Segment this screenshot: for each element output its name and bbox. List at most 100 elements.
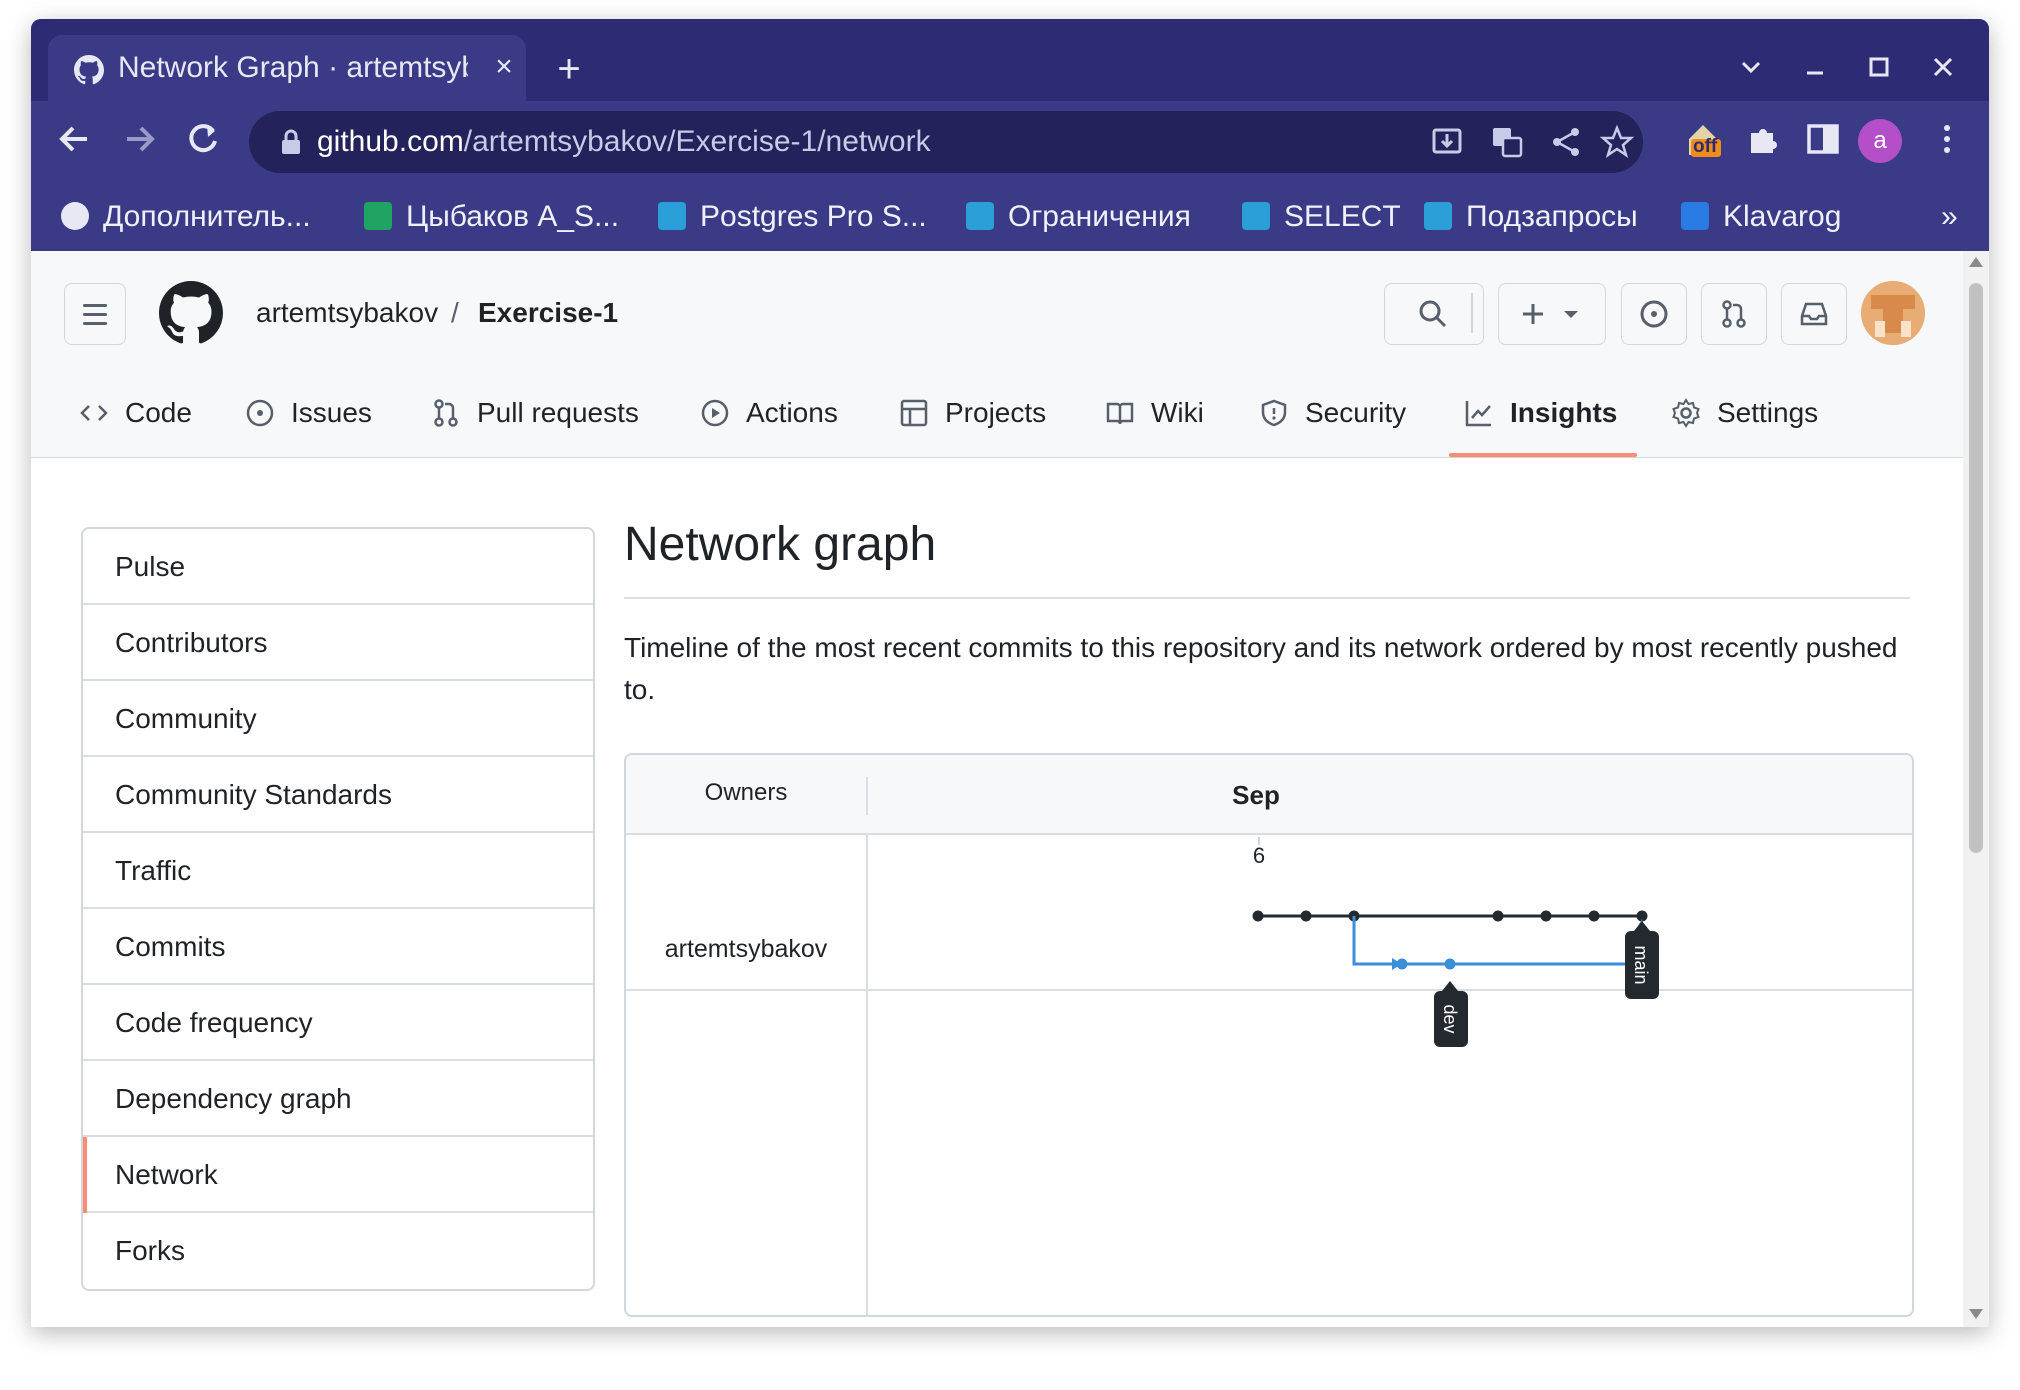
sidebar-item-pulse[interactable]: Pulse — [83, 529, 593, 605]
bookmark-item[interactable]: Цыбаков А_S... — [364, 197, 619, 237]
extensions-puzzle-icon[interactable] — [1741, 117, 1785, 161]
close-tab-icon[interactable]: × — [488, 51, 520, 83]
issue-opened-icon — [1640, 300, 1668, 328]
breadcrumb-repo[interactable]: Exercise-1 — [478, 291, 618, 335]
tab-strip: Network Graph · artemtsybakov/Exercise-1… — [31, 19, 1989, 101]
extension-off-icon[interactable]: off — [1681, 117, 1725, 161]
dev-branch-name: dev — [1440, 1004, 1460, 1033]
branch-label-pointer — [1634, 921, 1650, 931]
tab-projects[interactable]: Projects — [899, 391, 1046, 435]
commit-dot[interactable] — [1492, 910, 1504, 922]
network-graph-canvas[interactable]: 6 dev main — [626, 755, 1912, 1315]
commit-dot[interactable] — [1540, 910, 1552, 922]
sidebar-item-network[interactable]: Network — [83, 1137, 593, 1213]
search-button[interactable] — [1384, 283, 1484, 345]
inbox-icon — [1800, 302, 1828, 326]
search-icon — [1419, 300, 1447, 328]
browser-menu-icon[interactable] — [1925, 117, 1969, 161]
back-arrow-icon[interactable] — [47, 111, 103, 167]
url-host: github.com — [317, 125, 464, 158]
commit-dot[interactable] — [1252, 910, 1264, 922]
commit-dot[interactable] — [1588, 910, 1600, 922]
bookmark-site-icon — [1681, 202, 1709, 230]
page-description: Timeline of the most recent commits to t… — [624, 632, 1898, 705]
browser-tab-active[interactable]: Network Graph · artemtsybakov/Exercise-1… — [48, 35, 526, 101]
commit-dot[interactable] — [1300, 910, 1312, 922]
title-divider — [624, 597, 1910, 599]
github-logo-icon[interactable] — [159, 281, 223, 345]
browser-chrome: Network Graph · artemtsybakov/Exercise-1… — [31, 19, 1989, 251]
bookmark-item[interactable]: Ограничения — [966, 197, 1191, 237]
tab-search-chevron-icon[interactable] — [1731, 47, 1771, 87]
bookmark-item[interactable]: SELECT — [1242, 197, 1401, 237]
inbox-header-button[interactable] — [1781, 283, 1847, 345]
tab-security[interactable]: Security — [1259, 391, 1406, 435]
issue-opened-icon — [246, 399, 274, 427]
tab-wiki[interactable]: Wiki — [1105, 391, 1204, 435]
gear-icon — [1672, 398, 1700, 428]
bookmark-site-icon — [658, 202, 686, 230]
graph-icon — [1465, 401, 1491, 427]
bookmark-item[interactable]: Подзапросы — [1424, 197, 1638, 237]
maximize-icon[interactable] — [1859, 47, 1899, 87]
bookmarks-overflow-button[interactable]: » — [1941, 197, 1958, 237]
commit-dot[interactable] — [1396, 958, 1408, 970]
insights-sidebar: Pulse Contributors Community Community S… — [81, 527, 595, 1291]
sidebar-item-dependency-graph[interactable]: Dependency graph — [83, 1061, 593, 1137]
new-tab-button[interactable]: + — [549, 49, 589, 89]
forward-arrow-icon[interactable] — [111, 111, 167, 167]
tab-issues[interactable]: Issues — [245, 391, 372, 435]
git-pull-request-icon — [434, 399, 458, 427]
pull-requests-header-button[interactable] — [1701, 283, 1767, 345]
sidebar-item-traffic[interactable]: Traffic — [83, 833, 593, 909]
github-page: artemtsybakov / Exercise-1 Code Issues P… — [31, 251, 1963, 1327]
scroll-up-arrow-icon[interactable] — [1969, 257, 1983, 267]
page-title: Network graph — [624, 518, 937, 571]
repo-header: artemtsybakov / Exercise-1 Code Issues P… — [31, 251, 1963, 458]
scroll-down-arrow-icon[interactable] — [1969, 1309, 1983, 1319]
translate-icon[interactable] — [1489, 124, 1525, 160]
network-graph-panel[interactable]: Owners Sep artemtsybakov 6 dev main — [624, 753, 1914, 1317]
bookmarks-bar: Дополнитель... Цыбаков А_S... Postgres P… — [31, 181, 1989, 251]
bookmark-site-icon — [966, 202, 994, 230]
side-panel-icon[interactable] — [1801, 117, 1845, 161]
extension-badge: off — [1693, 136, 1718, 157]
sidebar-item-code-frequency[interactable]: Code frequency — [83, 985, 593, 1061]
tab-title: Network Graph · artemtsybakov/Exercise-1 — [118, 51, 468, 84]
page-scrollbar[interactable] — [1963, 251, 1989, 1327]
hamburger-menu-button[interactable] — [64, 283, 126, 345]
branch-label-pointer — [1442, 981, 1458, 991]
sidebar-item-contributors[interactable]: Contributors — [83, 605, 593, 681]
tab-insights[interactable]: Insights — [1464, 391, 1617, 435]
install-app-icon[interactable] — [1429, 124, 1465, 160]
tab-code[interactable]: Code — [79, 391, 192, 435]
tab-pull-requests[interactable]: Pull requests — [431, 391, 639, 435]
bookmark-item[interactable]: Klavarog — [1681, 197, 1841, 237]
sidebar-item-community[interactable]: Community — [83, 681, 593, 757]
bookmark-star-icon[interactable] — [1599, 124, 1635, 160]
user-avatar[interactable] — [1861, 281, 1925, 345]
reload-icon[interactable] — [175, 111, 231, 167]
header-divider — [1471, 293, 1473, 333]
sidebar-item-commits[interactable]: Commits — [83, 909, 593, 985]
bookmark-item[interactable]: Дополнитель... — [61, 197, 311, 237]
tab-actions[interactable]: Actions — [700, 391, 838, 435]
sidebar-item-community-standards[interactable]: Community Standards — [83, 757, 593, 833]
close-window-icon[interactable] — [1923, 47, 1963, 87]
breadcrumb-separator: / — [451, 297, 459, 328]
profile-avatar[interactable]: a — [1858, 119, 1902, 163]
address-bar[interactable]: github.com/artemtsybakov/Exercise-1/netw… — [249, 111, 1643, 173]
main-branch-name: main — [1631, 945, 1651, 984]
issues-header-button[interactable] — [1621, 283, 1687, 345]
browser-toolbar: github.com/artemtsybakov/Exercise-1/netw… — [31, 101, 1989, 181]
bookmark-item[interactable]: Postgres Pro S... — [658, 197, 927, 237]
tab-settings[interactable]: Settings — [1671, 391, 1818, 435]
scrollbar-thumb[interactable] — [1969, 283, 1983, 853]
share-icon[interactable] — [1549, 124, 1585, 160]
bookmark-site-icon — [1424, 202, 1452, 230]
commit-dot[interactable] — [1444, 958, 1456, 970]
create-new-button[interactable] — [1498, 283, 1606, 345]
sidebar-item-forks[interactable]: Forks — [83, 1213, 593, 1289]
minimize-icon[interactable] — [1795, 47, 1835, 87]
breadcrumb-owner[interactable]: artemtsybakov — [256, 291, 438, 335]
